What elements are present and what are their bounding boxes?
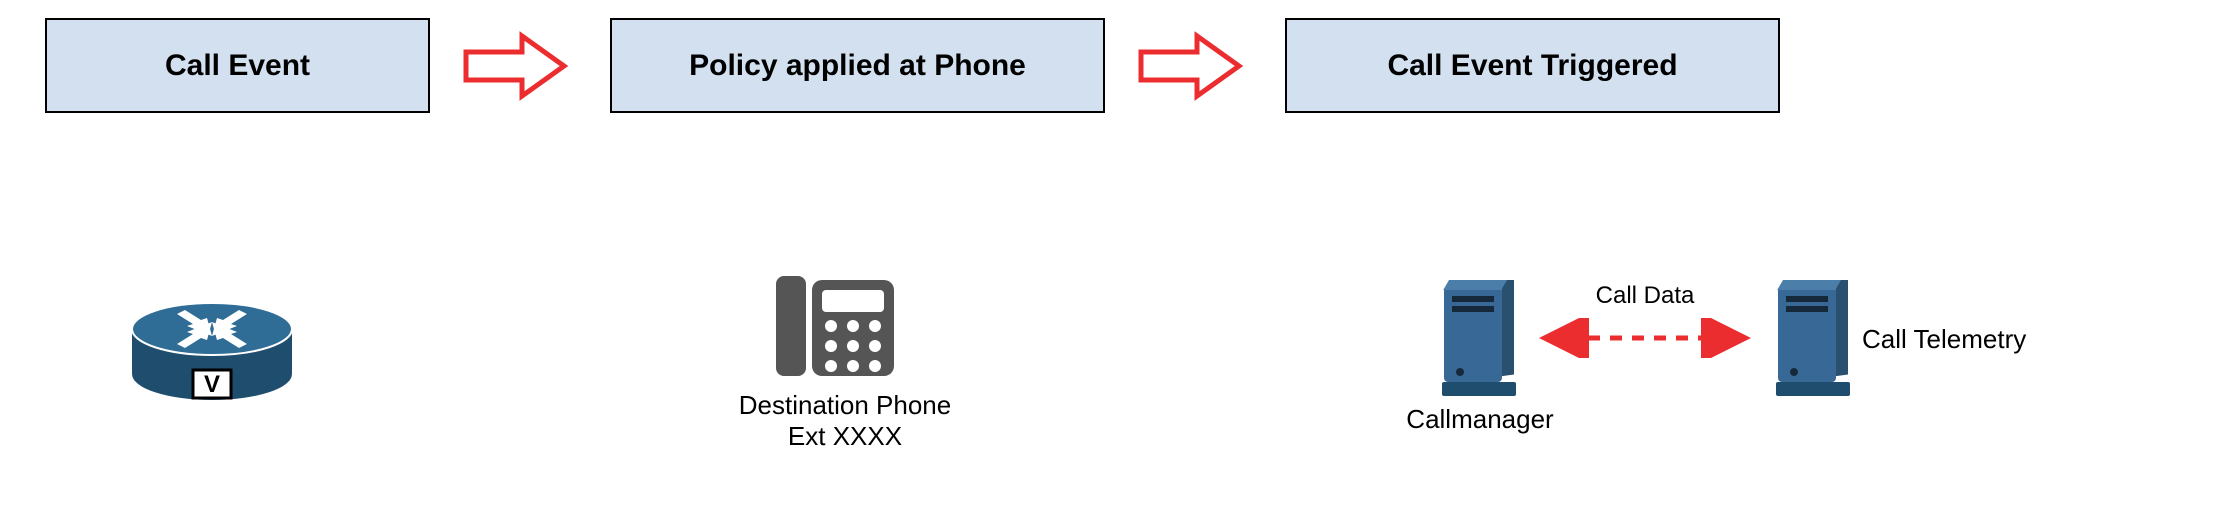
box-triggered-label: Call Event Triggered <box>1387 49 1677 83</box>
box-triggered: Call Event Triggered <box>1285 18 1780 113</box>
dest-phone-label-line1: Destination Phone <box>720 390 970 421</box>
server-right-icon <box>1766 280 1856 405</box>
arrow-1 <box>460 30 570 102</box>
box-policy-label: Policy applied at Phone <box>689 49 1026 83</box>
call-telemetry-label: Call Telemetry <box>1862 324 2062 355</box>
phone-icon <box>770 266 900 391</box>
svg-text:V: V <box>204 371 220 398</box>
router-icon: V <box>127 274 297 419</box>
box-call-event-label: Call Event <box>165 49 310 83</box>
call-data-label: Call Data <box>1580 282 1710 310</box>
dest-phone-label: Destination Phone Ext XXXX <box>720 390 970 452</box>
callmanager-label: Callmanager <box>1380 404 1580 435</box>
box-call-event: Call Event <box>45 18 430 113</box>
server-left-icon <box>1432 280 1522 405</box>
dest-phone-label-line2: Ext XXXX <box>720 421 970 452</box>
box-policy: Policy applied at Phone <box>610 18 1105 113</box>
arrow-2 <box>1135 30 1245 102</box>
call-data-arrow <box>1530 318 1760 363</box>
